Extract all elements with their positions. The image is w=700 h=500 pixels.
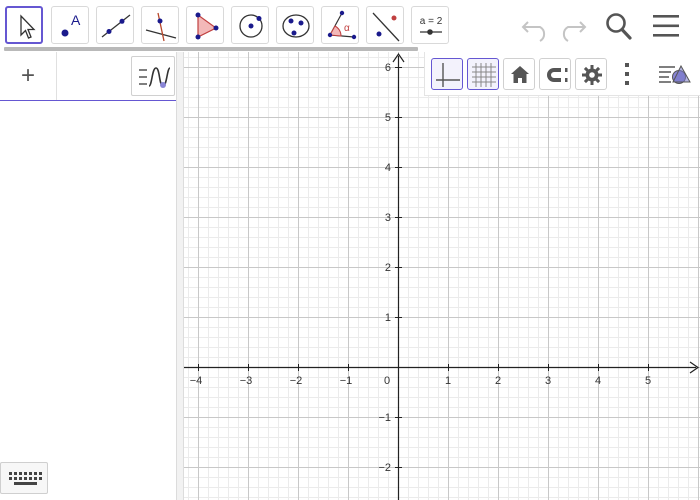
redo-icon (562, 21, 587, 42)
x-tick-label: 5 (645, 375, 651, 387)
add-input-button[interactable]: + (0, 52, 57, 100)
point-label-icon: A (61, 12, 81, 37)
x-tick-label: −3 (240, 375, 253, 387)
line-through-points-icon (101, 14, 131, 38)
grid-icon (472, 63, 496, 87)
main-menu-button[interactable] (650, 10, 682, 42)
algebra-style-button[interactable] (131, 56, 175, 96)
redo-button[interactable] (556, 10, 588, 42)
search-button[interactable] (602, 10, 634, 42)
y-tick-label: 4 (385, 162, 391, 174)
vertical-dots-icon (625, 63, 629, 85)
y-tick-label: −2 (378, 462, 391, 474)
axes-icon (436, 63, 460, 87)
x-tick-label: −2 (290, 375, 303, 387)
y-tick-label: 5 (385, 112, 391, 124)
y-tick-label: 1 (385, 312, 391, 324)
slider-tool-button[interactable]: a = 2 (411, 6, 449, 44)
y-tick-label: −1 (378, 412, 391, 424)
keyboard-icon (9, 472, 42, 485)
perpendicular-line-tool-button[interactable] (141, 6, 179, 44)
slider-tool-label: a = 2 (420, 16, 443, 27)
x-tick-label: 2 (495, 375, 501, 387)
graphics-view[interactable]: −4 −3 −2 −1 0 1 2 3 4 5 6 5 4 3 2 1 −1 −2 (184, 52, 700, 500)
angle-tool-label: α (344, 23, 350, 34)
triangle-icon (195, 12, 219, 40)
ellipse-points-icon (282, 14, 310, 38)
y-tick-label: 3 (385, 212, 391, 224)
perpendicular-lines-icon (145, 12, 177, 42)
home-icon (511, 66, 529, 83)
graphics-settings-button[interactable] (575, 58, 607, 90)
search-icon (606, 13, 632, 40)
move-tool-button[interactable] (5, 6, 43, 44)
undo-icon (521, 21, 546, 42)
toggle-axes-button[interactable] (431, 58, 463, 90)
toolbar-scrollbar[interactable] (4, 47, 418, 51)
x-tick-label: 4 (595, 375, 601, 387)
show-style-bar-button[interactable] (657, 58, 691, 90)
point-capturing-button[interactable] (539, 58, 571, 90)
coordinate-grid[interactable]: −4 −3 −2 −1 0 1 2 3 4 5 6 5 4 3 2 1 −1 −2 (184, 52, 700, 500)
point-tool-label: A (71, 12, 81, 28)
magnet-icon (547, 68, 568, 82)
toolbar: A α a = 2 (0, 0, 700, 51)
angle-tool-button[interactable]: α (321, 6, 359, 44)
keyboard-button[interactable] (0, 462, 48, 494)
standard-view-button[interactable] (503, 58, 535, 90)
undo-button[interactable] (520, 10, 552, 42)
point-tool-button[interactable]: A (51, 6, 89, 44)
reflect-about-line-icon (372, 12, 400, 42)
slider-icon: a = 2 (420, 16, 443, 35)
line-tool-button[interactable] (96, 6, 134, 44)
style-bar-toggle-icon (659, 64, 691, 84)
x-tick-label: −1 (340, 375, 353, 387)
y-tick-label: 6 (385, 62, 391, 74)
algebra-style-icon (139, 67, 171, 88)
view-splitter[interactable] (176, 52, 184, 500)
toggle-grid-button[interactable] (467, 58, 499, 90)
algebra-view: + (0, 52, 176, 500)
reflect-tool-button[interactable] (366, 6, 404, 44)
graphics-style-bar (424, 52, 700, 96)
y-tick-label: 2 (385, 262, 391, 274)
x-tick-label: −4 (190, 375, 203, 387)
x-tick-label: 3 (545, 375, 551, 387)
hamburger-menu-icon (653, 15, 679, 37)
polygon-tool-button[interactable] (186, 6, 224, 44)
circle-center-point-icon (239, 14, 263, 38)
circle-tool-button[interactable] (231, 6, 269, 44)
x-tick-label: 1 (445, 375, 451, 387)
conic-tool-button[interactable] (276, 6, 314, 44)
angle-icon: α (327, 10, 357, 40)
x-tick-label: 0 (384, 375, 390, 387)
arrow-cursor-icon (20, 14, 36, 39)
more-options-button[interactable] (611, 58, 643, 90)
gear-icon (582, 65, 602, 85)
